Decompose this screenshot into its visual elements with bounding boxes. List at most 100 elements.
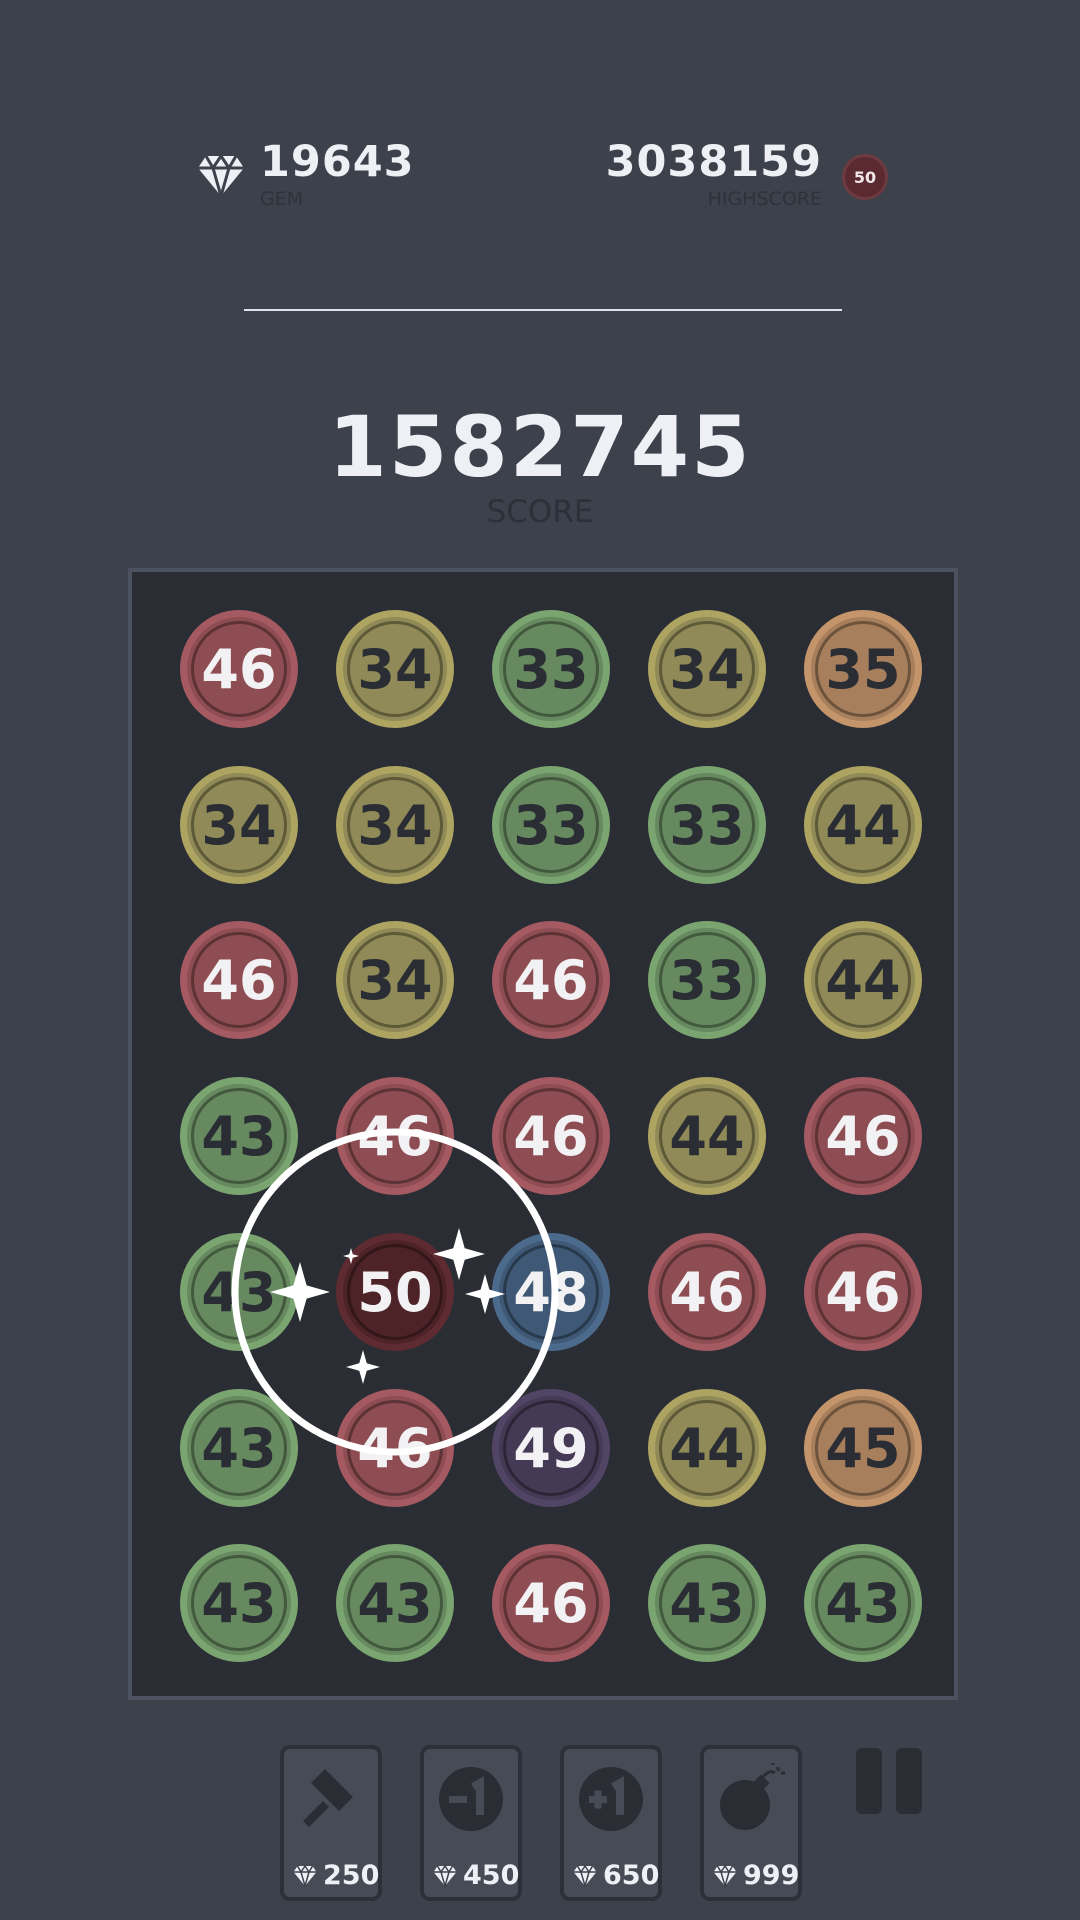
tile-value: 49: [513, 1416, 589, 1480]
bomb-button[interactable]: 999: [700, 1745, 802, 1901]
tile[interactable]: 43: [336, 1544, 454, 1662]
tile-value: 50: [357, 1260, 433, 1324]
tile[interactable]: 46: [648, 1233, 766, 1351]
tile-value: 46: [513, 948, 589, 1012]
tile[interactable]: 34: [180, 766, 298, 884]
gem-icon: [572, 1865, 598, 1887]
tile[interactable]: 43: [648, 1544, 766, 1662]
tile[interactable]: 43: [804, 1544, 922, 1662]
tile-value: 46: [825, 1260, 901, 1324]
tile-value: 43: [201, 1104, 277, 1168]
tool-price: 450: [463, 1860, 520, 1891]
score-value: 1582745: [328, 398, 752, 496]
tool-price: 250: [323, 1860, 380, 1891]
tile[interactable]: 43: [180, 1544, 298, 1662]
tool-price: 650: [603, 1860, 660, 1891]
tile[interactable]: 46: [804, 1233, 922, 1351]
tile-value: 46: [357, 1104, 433, 1168]
tile-value: 46: [357, 1416, 433, 1480]
tile-value: 33: [669, 948, 745, 1012]
minus-one-icon: [439, 1767, 503, 1831]
tile-value: 33: [513, 793, 589, 857]
tile-value: 34: [357, 948, 433, 1012]
tile[interactable]: 44: [648, 1389, 766, 1507]
tile[interactable]: 49: [492, 1389, 610, 1507]
tile[interactable]: 50: [336, 1233, 454, 1351]
tile[interactable]: 43: [180, 1233, 298, 1351]
tile[interactable]: 33: [648, 766, 766, 884]
tile[interactable]: 34: [336, 766, 454, 884]
pause-bar-right: [896, 1748, 922, 1814]
tile[interactable]: 43: [180, 1077, 298, 1195]
tile-value: 46: [513, 1104, 589, 1168]
tile-value: 44: [669, 1416, 745, 1480]
tile[interactable]: 34: [648, 610, 766, 728]
tile[interactable]: 46: [336, 1389, 454, 1507]
tile-value: 43: [201, 1416, 277, 1480]
tile-value: 33: [513, 637, 589, 701]
tile-value: 43: [669, 1571, 745, 1635]
tile-value: 46: [513, 1571, 589, 1635]
tile[interactable]: 46: [492, 921, 610, 1039]
pause-bar-left: [856, 1748, 882, 1814]
hammer-button[interactable]: 250: [280, 1745, 382, 1901]
highscore-counter: 3038159 HIGHSCORE: [606, 136, 822, 210]
tile[interactable]: 43: [180, 1389, 298, 1507]
tile[interactable]: 33: [648, 921, 766, 1039]
tile-value: 46: [669, 1260, 745, 1324]
gem-label: GEM: [260, 188, 304, 210]
tile[interactable]: 45: [804, 1389, 922, 1507]
tile-value: 46: [201, 637, 277, 701]
tile-value: 34: [669, 637, 745, 701]
tile[interactable]: 46: [336, 1077, 454, 1195]
hammer-icon: [303, 1769, 353, 1827]
tile[interactable]: 44: [804, 766, 922, 884]
highscore-label: HIGHSCORE: [707, 188, 822, 210]
gem-counter: 19643 GEM: [260, 136, 415, 210]
gem-icon: [196, 154, 246, 198]
tile[interactable]: 46: [180, 921, 298, 1039]
score-label: SCORE: [486, 494, 594, 530]
tile-value: 43: [201, 1260, 277, 1324]
tile-value: 43: [825, 1571, 901, 1635]
tile[interactable]: 46: [492, 1077, 610, 1195]
tile-value: 44: [825, 793, 901, 857]
tile-value: 48: [513, 1260, 589, 1324]
tile[interactable]: 33: [492, 610, 610, 728]
tile-value: 45: [825, 1416, 901, 1480]
tile[interactable]: 44: [804, 921, 922, 1039]
tile-value: 46: [201, 948, 277, 1012]
bomb-icon: [720, 1763, 785, 1830]
tile[interactable]: 48: [492, 1233, 610, 1351]
tile-value: 34: [201, 793, 277, 857]
gem-count: 19643: [260, 137, 415, 187]
tile-value: 43: [357, 1571, 433, 1635]
minus-one-button[interactable]: 450: [420, 1745, 522, 1901]
plus-one-button[interactable]: 650: [560, 1745, 662, 1901]
tile[interactable]: 46: [804, 1077, 922, 1195]
plus-one-icon: [579, 1767, 643, 1831]
pause-button[interactable]: [856, 1748, 922, 1814]
tile[interactable]: 34: [336, 610, 454, 728]
tile-value: 43: [201, 1571, 277, 1635]
gem-icon: [432, 1865, 458, 1887]
tile[interactable]: 35: [804, 610, 922, 728]
tile-value: 44: [669, 1104, 745, 1168]
gem-icon: [292, 1865, 318, 1887]
header-divider: [244, 309, 842, 311]
tile[interactable]: 46: [180, 610, 298, 728]
highscore-tile-badge: 50: [842, 154, 888, 200]
tool-price: 999: [743, 1860, 800, 1891]
tile-value: 46: [825, 1104, 901, 1168]
tile-value: 34: [357, 637, 433, 701]
tile-value: 33: [669, 793, 745, 857]
tile[interactable]: 46: [492, 1544, 610, 1662]
tile-value: 34: [357, 793, 433, 857]
tile-value: 44: [825, 948, 901, 1012]
tile-value: 35: [825, 637, 901, 701]
game-board[interactable]: 46 34 33 34 35 34 34 33 33 44 46 34 46 33 44 43 46 46 44 46…: [128, 568, 958, 1700]
tile[interactable]: 34: [336, 921, 454, 1039]
tile[interactable]: 33: [492, 766, 610, 884]
gem-icon: [712, 1865, 738, 1887]
tile[interactable]: 44: [648, 1077, 766, 1195]
